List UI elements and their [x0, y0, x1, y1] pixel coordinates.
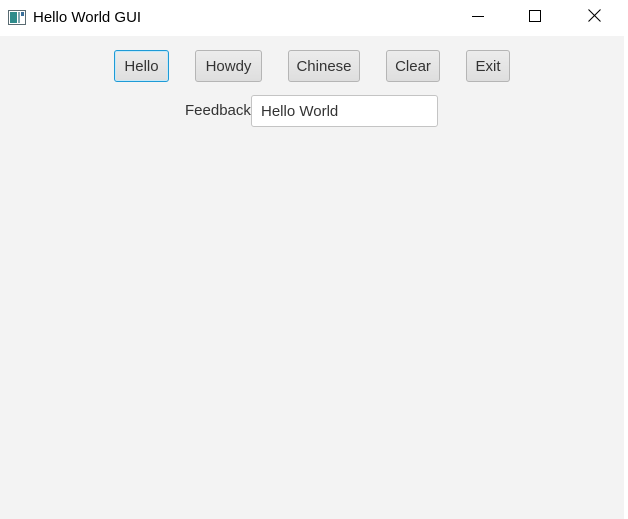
maximize-button[interactable]	[507, 0, 563, 36]
window-edge	[624, 0, 628, 519]
java-app-icon	[8, 10, 26, 25]
exit-button[interactable]: Exit	[466, 50, 510, 82]
close-icon	[587, 9, 601, 27]
feedback-label: Feedback:	[185, 102, 256, 119]
clear-button[interactable]: Clear	[386, 50, 440, 82]
feedback-field[interactable]	[251, 95, 438, 127]
hello-button[interactable]: Hello	[114, 50, 169, 82]
window-title: Hello World GUI	[33, 9, 142, 26]
minimize-icon	[472, 9, 484, 27]
close-button[interactable]	[566, 0, 622, 36]
chinese-button[interactable]: Chinese	[288, 50, 360, 82]
app-window: Hello World GUI Hello Howdy Chinese Clea…	[0, 0, 624, 519]
title-bar[interactable]: Hello World GUI	[0, 0, 624, 36]
minimize-button[interactable]	[450, 0, 506, 36]
howdy-button[interactable]: Howdy	[195, 50, 262, 82]
maximize-icon	[529, 9, 541, 27]
